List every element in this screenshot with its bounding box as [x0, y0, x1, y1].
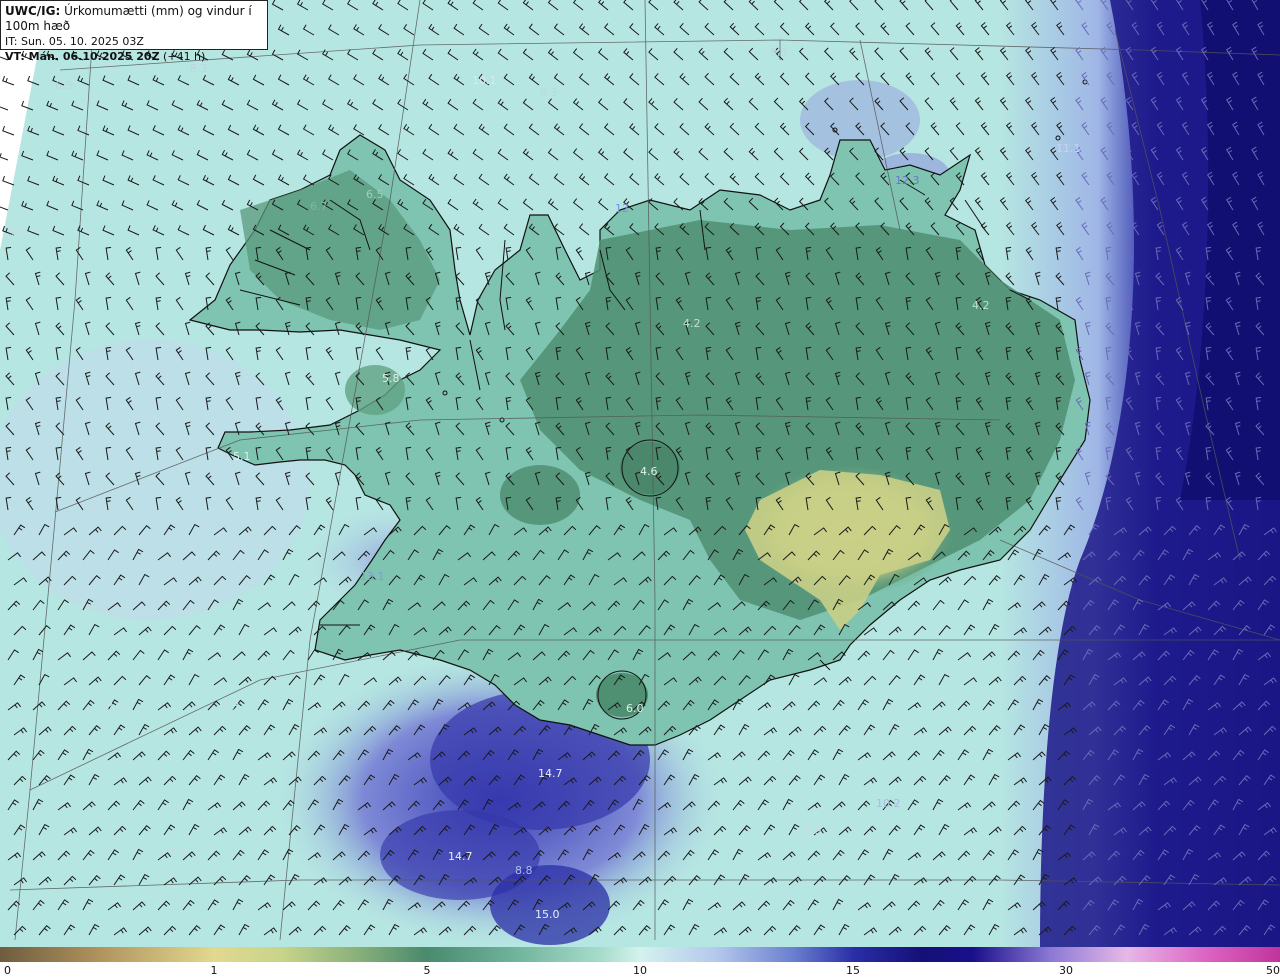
map-title-box: UWC/IG: Úrkomumætti (mm) og vindur í 100…	[0, 0, 268, 63]
map-value: 9.5	[170, 846, 188, 859]
map-canvas: 6.3 8.3 10.1 8.3 8.9 11.1 12.3 6.7 6.5 1…	[0, 0, 1280, 947]
map-value: 5.8	[382, 372, 400, 385]
map-value: 4.6	[640, 465, 658, 478]
map-value: 14.7	[448, 850, 473, 863]
map-value: 4.2	[683, 317, 701, 330]
colorbar-tick: 5	[423, 964, 431, 977]
map-value: 8.3	[540, 86, 558, 99]
colorbar-tick: 15	[846, 964, 860, 977]
map-value: 8.8	[515, 864, 533, 877]
map-value: 6.0	[626, 702, 644, 715]
colorbar-tick: 10	[633, 964, 647, 977]
model-name: UWC/IG:	[5, 4, 61, 18]
colorbar-tick: 30	[1059, 964, 1073, 977]
valid-time: VT: Mán. 06.10.2025 20Z	[5, 50, 160, 63]
map-value: 4.2	[972, 299, 990, 312]
map-value: 12	[615, 202, 629, 215]
map-value: 10.1	[472, 74, 497, 87]
map-value: 11.1	[1056, 142, 1081, 155]
map-value: 9.3	[222, 700, 240, 713]
map-value: 10.2	[876, 797, 901, 810]
map-value: 5.1	[233, 450, 251, 463]
map-value: 8.9	[770, 46, 788, 59]
map-value: 6.5	[366, 188, 384, 201]
map-value: 14.7	[538, 767, 563, 780]
map-value: 8.9	[804, 824, 822, 837]
colorbar-tick: 50	[1266, 964, 1280, 977]
map-value: 15.0	[535, 908, 560, 921]
colorbar: 0 1 5 10 15 30 50	[0, 947, 1280, 978]
colorbar-tick: 1	[210, 964, 218, 977]
precipitation-map: 6.3 8.3 10.1 8.3 8.9 11.1 12.3 6.7 6.5 1…	[0, 0, 1280, 947]
map-value: 8.3	[106, 700, 124, 713]
map-value: 9.3	[90, 504, 108, 517]
valid-time-line: VT: Mán. 06.10.2025 20Z (+41 h)	[5, 49, 263, 64]
map-value: 13.1	[360, 570, 385, 583]
map-value: 6.3	[55, 79, 73, 92]
map-value: 9.8	[8, 226, 26, 239]
title-line-1: UWC/IG: Úrkomumætti (mm) og vindur í 100…	[5, 4, 263, 34]
lead-time: (+41 h)	[159, 50, 206, 63]
colorbar-gradient	[0, 947, 1280, 962]
initial-time: IT: Sun. 05. 10. 2025 03Z	[5, 35, 144, 48]
colorbar-tick: 0	[4, 964, 11, 977]
map-value: 6.7	[310, 200, 328, 213]
map-value: 12.3	[895, 174, 920, 187]
